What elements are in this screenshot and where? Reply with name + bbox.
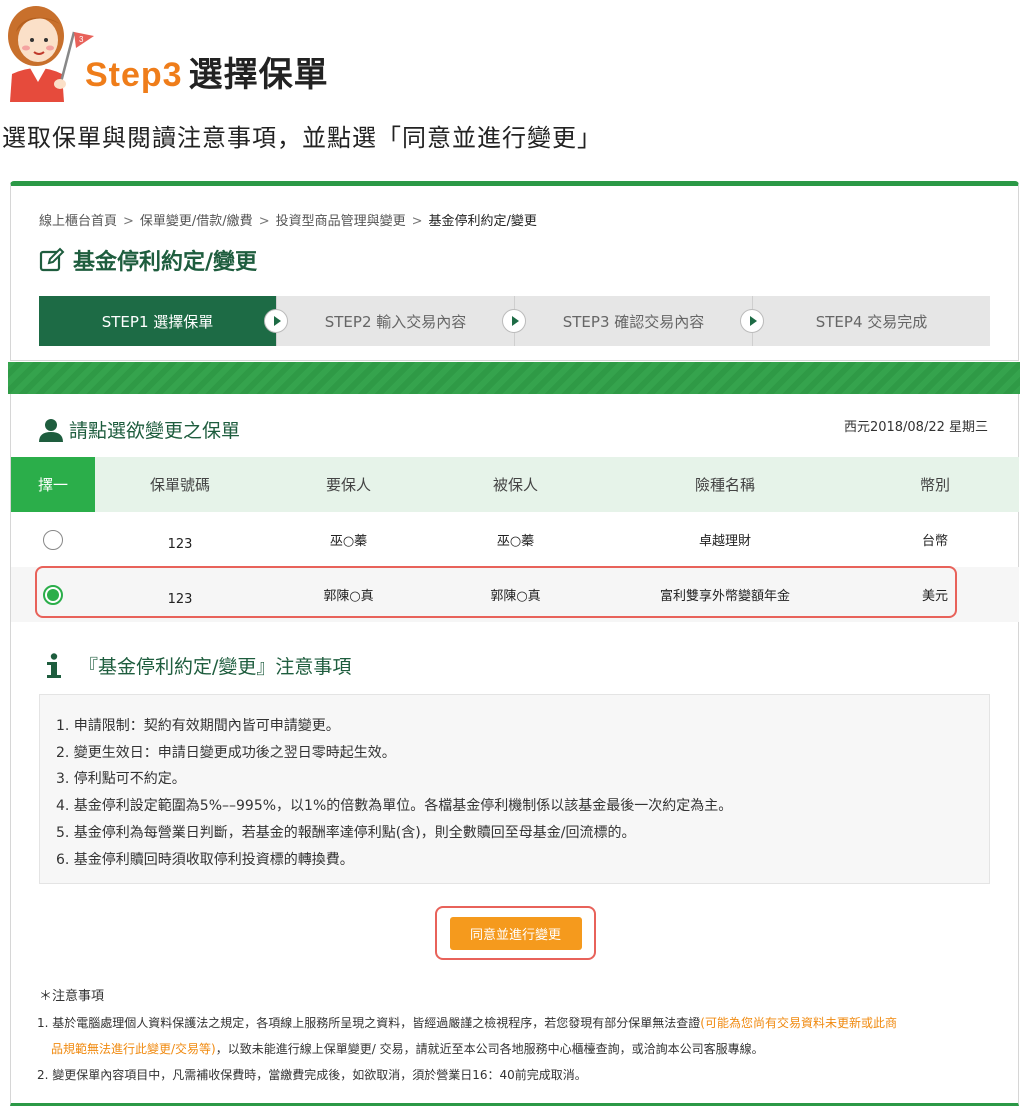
notice-list: 1. 申請限制：契約有效期間內皆可申請變更。 2. 變更生效日：申請日變更成功後…: [39, 694, 990, 884]
footnote-highlight: (可能為您尚有交易資料未更新或此商: [700, 1016, 897, 1030]
notice-title-text: 『基金停利約定/變更』注意事項: [79, 656, 352, 678]
instruction-text: 選取保單與閱讀注意事項，並點選「同意並進行變更」: [2, 124, 602, 152]
insured: 巫○蓁: [496, 534, 535, 549]
currency: 美元: [921, 589, 948, 604]
page-title-text: 基金停利約定/變更: [73, 250, 258, 275]
footnote-item-1-cont: 品規範無法進行此變更/交易等)，以致未能進行線上保單變更/ 交易，請就近至本公司…: [37, 1036, 997, 1062]
applicant: 巫○蓁: [329, 534, 368, 549]
table-row[interactable]: 123 巫○蓁 巫○蓁 卓越理財 台幣: [11, 512, 1019, 567]
col-header-product: 險種名稱: [694, 476, 755, 494]
agree-button-highlight: 同意並進行變更: [435, 906, 596, 960]
footnote-text: ，以致未能進行線上保單變更/ 交易，請就近至本公司各地服務中心櫃檯查詢，或洽詢本…: [215, 1042, 764, 1056]
table-row[interactable]: 123 郭陳○真 郭陳○真 富利雙享外幣變額年金 美元: [11, 567, 1019, 622]
section-title-text: 請點選欲變更之保單: [69, 420, 241, 442]
step-3: STEP3 確認交易內容: [515, 296, 764, 346]
breadcrumb-current: 基金停利約定/變更: [428, 214, 537, 229]
notice-item: 5. 基金停利為每營業日判斷，若基金的報酬率達停利點(含)，則全數贖回至母基金/…: [56, 824, 636, 841]
progress-steps: STEP1 選擇保單 STEP2 輸入交易內容 STEP3 確認交易內容 STE…: [39, 296, 990, 346]
footnote-item-2: 2. 變更保單內容項目中，凡需補收保費時，當繳費完成後，如欲取消，須於營業日16…: [37, 1068, 587, 1082]
breadcrumb-separator: >: [123, 214, 134, 229]
breadcrumb-home-link[interactable]: 線上櫃台首頁: [39, 214, 117, 229]
footnotes: ＊注意事項 1. 基於電腦處理個人資料保護法之規定，各項線上服務所呈現之資料，皆…: [37, 984, 997, 1088]
tutorial-header: 3 Step3 選擇保單 選取保單與閱讀注意事項，並點選「同意並進行變更」: [0, 0, 1020, 152]
footnote-item-1: 1. 基於電腦處理個人資料保護法之規定，各項線上服務所呈現之資料，皆經過嚴謹之檢…: [37, 1010, 997, 1036]
breadcrumb: 線上櫃台首頁 > 保單變更/借款/繳費 > 投資型商品管理與變更 > 基金停利約定/變更: [39, 210, 537, 229]
flag-number: 3: [79, 35, 84, 44]
step-4: STEP4 交易完成: [753, 296, 990, 346]
product-name: 卓越理財: [698, 534, 751, 549]
step-2: STEP2 輸入交易內容: [277, 296, 526, 346]
step-arrow-icon: [740, 309, 764, 333]
step-heading-text: 選擇保單: [188, 55, 329, 95]
step-1-label: STEP1 選擇保單: [101, 312, 214, 331]
insured: 郭陳○真: [490, 589, 541, 604]
decorative-band: [8, 362, 1020, 394]
policy-radio-selected[interactable]: [43, 584, 63, 605]
step-number: Step3: [85, 56, 183, 94]
col-header-policy-no: 保單號碼: [149, 476, 210, 494]
person-icon: [39, 418, 63, 442]
product-name: 富利雙享外幣變額年金: [659, 589, 790, 604]
notice-item: 2. 變更生效日：申請日變更成功後之翌日零時起生效。: [56, 744, 396, 761]
breadcrumb-investment-link[interactable]: 投資型商品管理與變更: [276, 214, 406, 229]
step-3-label: STEP3 確認交易內容: [562, 312, 705, 331]
breadcrumb-separator: >: [411, 214, 423, 229]
col-header-currency: 幣別: [919, 476, 950, 494]
col-header-insured: 被保人: [492, 476, 538, 494]
policy-number: 123: [167, 537, 193, 552]
footnote-highlight: 品規範無法進行此變更/交易等): [51, 1042, 216, 1056]
step-arrow-icon: [502, 309, 526, 333]
policy-select-panel: 請點選欲變更之保單 西元2018/08/22 星期三 擇一 保單號碼 要保人 被…: [10, 394, 1019, 1106]
step-heading: Step3 選擇保單: [85, 50, 329, 100]
step-2-label: STEP2 輸入交易內容: [324, 312, 467, 331]
applicant: 郭陳○真: [323, 589, 374, 604]
notice-item: 1. 申請限制：契約有效期間內皆可申請變更。: [56, 718, 340, 734]
footnote-text: 1. 基於電腦處理個人資料保護法之規定，各項線上服務所呈現之資料，皆經過嚴謹之檢…: [37, 1016, 701, 1030]
currency: 台幣: [921, 534, 948, 549]
notice-item: 4. 基金停利設定範圍為5%––995%，以1%的倍數為單位。各檔基金停利機制係…: [56, 798, 733, 815]
section-title: 請點選欲變更之保單: [39, 416, 240, 443]
info-icon: [47, 652, 61, 678]
edit-icon: [39, 247, 65, 272]
policy-table: 擇一 保單號碼 要保人 被保人 險種名稱 幣別 123 巫○蓁 巫○蓁 卓越理財…: [11, 457, 1019, 622]
col-header-select: 擇一: [11, 457, 95, 512]
transaction-header-panel: 線上櫃台首頁 > 保單變更/借款/繳費 > 投資型商品管理與變更 > 基金停利約定/變更 基…: [10, 181, 1019, 361]
breadcrumb-separator: >: [258, 214, 270, 229]
step-arrow-icon: [264, 309, 288, 333]
breadcrumb-policy-change-link[interactable]: 保單變更/借款/繳費: [140, 214, 253, 229]
page-title: 基金停利約定/變更: [39, 244, 257, 276]
agree-and-proceed-button[interactable]: 同意並進行變更: [449, 916, 582, 950]
notice-item: 3. 停利點可不約定。: [56, 771, 186, 788]
current-date: 西元2018/08/22 星期三: [843, 420, 988, 435]
notice-title: 『基金停利約定/變更』注意事項: [43, 652, 351, 679]
notice-item: 6. 基金停利贖回時須收取停利投資標的轉換費。: [56, 851, 354, 868]
step-1: STEP1 選擇保單: [39, 296, 288, 346]
policy-radio[interactable]: [43, 529, 63, 550]
step-4-label: STEP4 交易完成: [815, 312, 928, 331]
footnote-title: ＊注意事項: [39, 989, 105, 1004]
col-header-applicant: 要保人: [325, 476, 371, 494]
policy-number: 123: [167, 592, 193, 607]
table-header: 擇一 保單號碼 要保人 被保人 險種名稱 幣別: [11, 457, 1019, 512]
